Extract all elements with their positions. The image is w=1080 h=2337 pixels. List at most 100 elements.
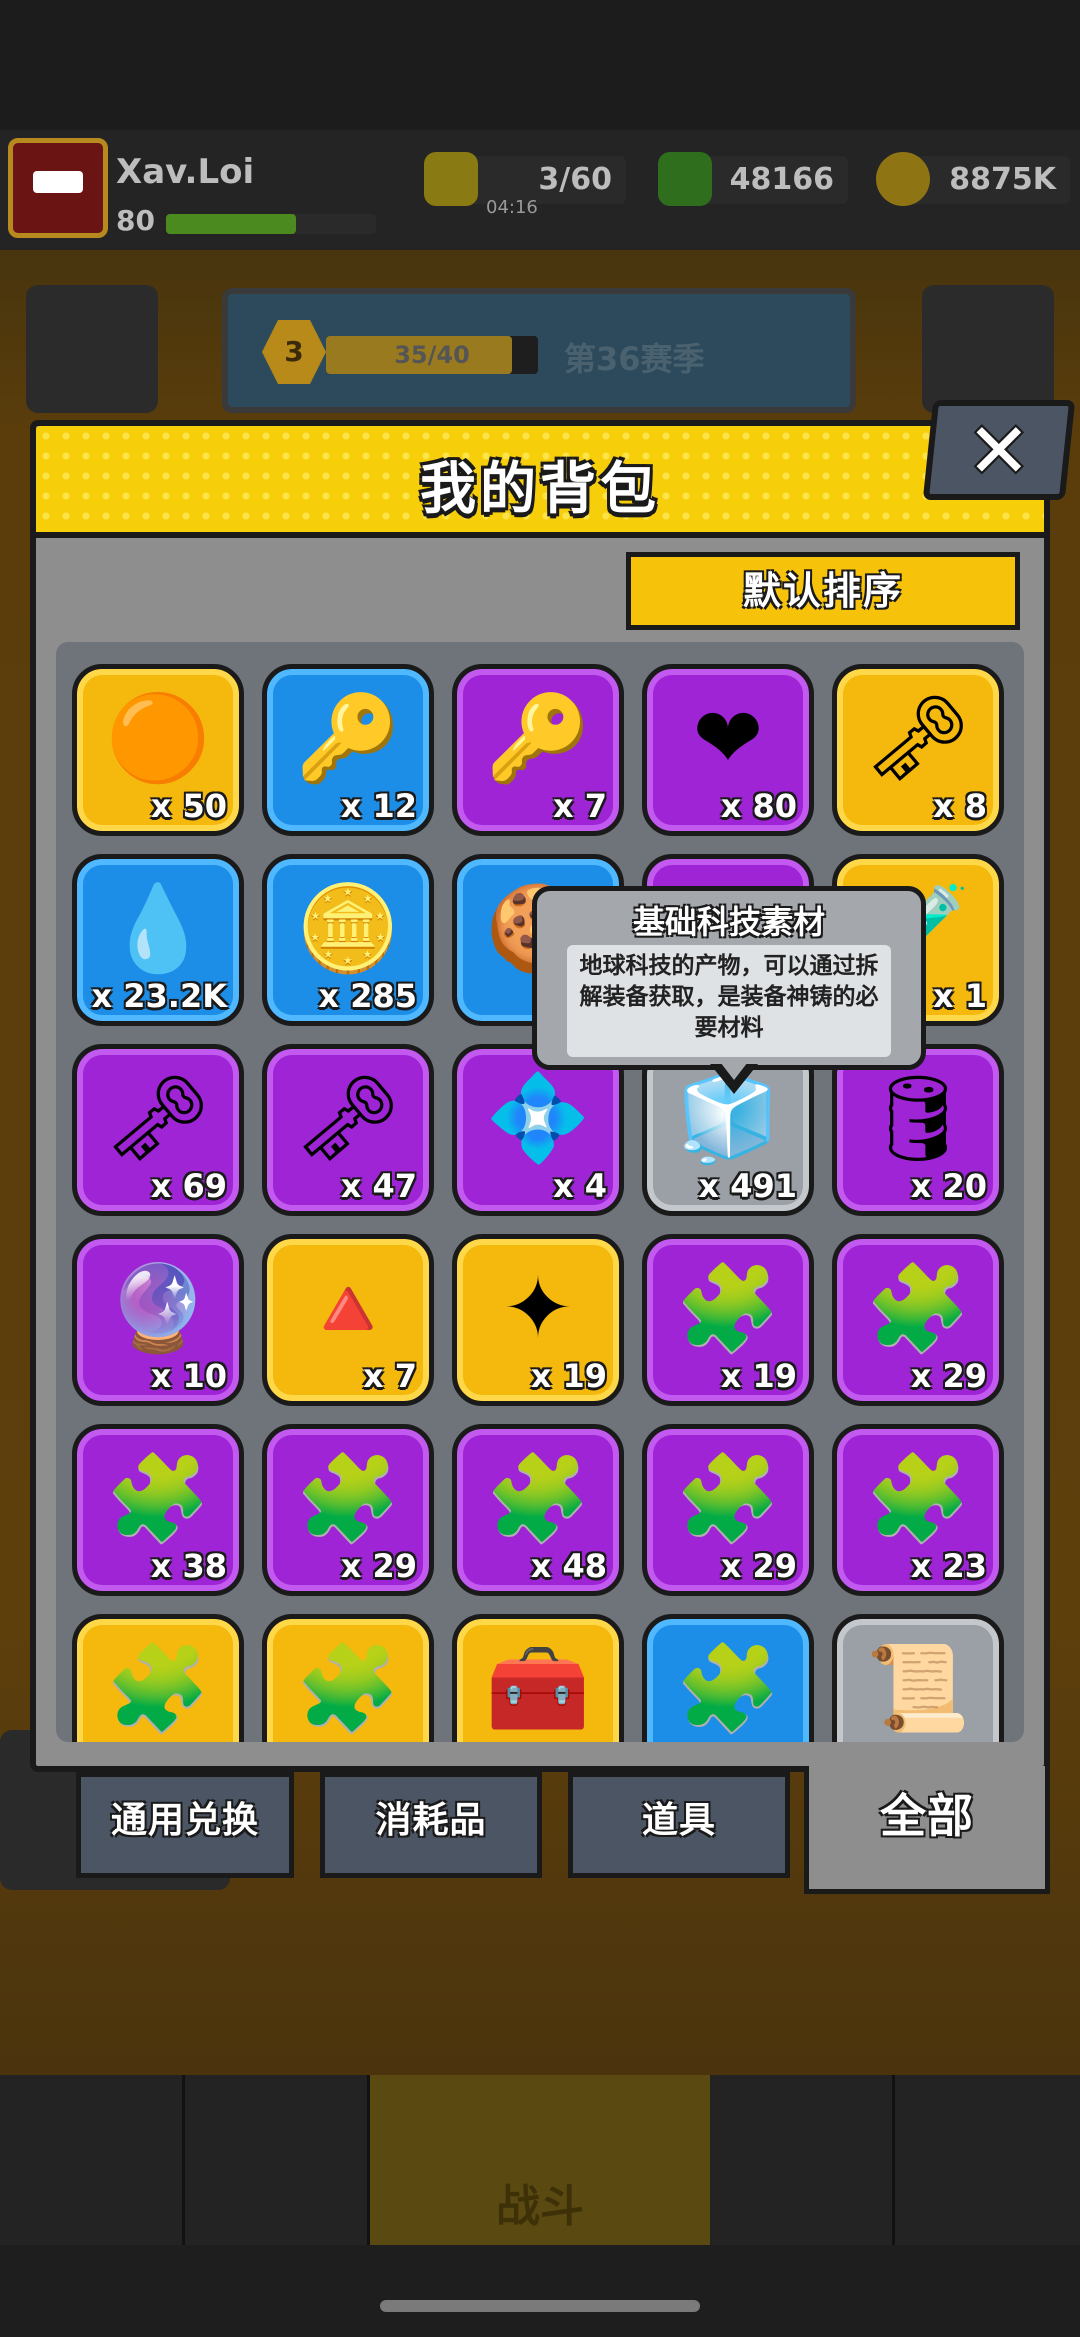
inventory-item[interactable]: 🔑 x 7 [452, 664, 624, 836]
inventory-item[interactable]: 🧰 [452, 1614, 624, 1742]
inventory-item[interactable]: 🗝 x 47 [262, 1044, 434, 1216]
battle-label: 战斗 [496, 2181, 584, 2232]
item-count: x 285 [318, 977, 417, 1015]
sort-button[interactable]: 默认排序 [626, 552, 1020, 630]
item-count: x 491 [698, 1167, 797, 1205]
game-screen: Xav.Loi 80 3/60 04:16 48166 8875K 3 35/4… [0, 0, 1080, 2337]
tab-consumables[interactable]: 消耗品 [320, 1772, 542, 1878]
inventory-item[interactable]: 🧩 x 38 [72, 1424, 244, 1596]
item-count: x 19 [530, 1357, 607, 1395]
tab-label: 道具 [641, 1800, 716, 1841]
scroll-icon: 📜 [865, 1639, 971, 1737]
modal-header: 我的背包 [36, 426, 1044, 538]
chest-icon: 🧰 [485, 1639, 591, 1737]
inventory-item[interactable]: 🔑 x 12 [262, 664, 434, 836]
close-button[interactable]: ✕ [922, 400, 1076, 500]
tab-label: 全部 [880, 1789, 974, 1843]
item-count: x 12 [340, 787, 417, 825]
puzzle-piece-icon: 🧩 [485, 1449, 591, 1547]
energy-counter[interactable]: 3/60 [424, 152, 626, 206]
inventory-item[interactable]: 📜 [832, 1614, 1004, 1742]
sort-label: 默认排序 [742, 569, 903, 613]
coin-icon [876, 152, 930, 206]
item-grid[interactable]: 🟠x 50🔑x 12🔑x 7❤x 80🗝x 8💧x 23.2K🪙x 285🍪x … [56, 642, 1024, 1742]
item-count: x 10 [150, 1357, 227, 1395]
close-icon: ✕ [967, 406, 1031, 495]
nav-equipment-button[interactable] [185, 2075, 370, 2245]
inventory-item[interactable]: 🧩 x 29 [642, 1424, 814, 1596]
home-indicator [380, 2300, 700, 2312]
puzzle-piece-icon: 🧩 [865, 1259, 971, 1357]
player-level: 80 [116, 204, 155, 237]
gem-value: 48166 [729, 162, 834, 197]
tech-cylinder-icon: 🛢 [864, 1069, 972, 1167]
tab-general-exchange[interactable]: 通用兑换 [76, 1772, 294, 1878]
flame-drop-icon: 💧 [105, 879, 211, 977]
energy-icon [424, 152, 478, 206]
puzzle-piece-icon: 🧩 [295, 1639, 401, 1737]
inventory-item[interactable]: 🧩 x 19 [642, 1234, 814, 1406]
event-button[interactable] [922, 285, 1054, 413]
gold-key-icon: 🔑 [485, 689, 591, 787]
orange-token-icon: 🟠 [105, 689, 211, 787]
item-count: x 8 [932, 787, 987, 825]
gold-coin-icon: 🪙 [295, 879, 401, 977]
inventory-item[interactable]: 🗝 x 69 [72, 1044, 244, 1216]
inventory-item[interactable]: ✦ x 19 [452, 1234, 624, 1406]
modal-title: 我的背包 [420, 457, 660, 522]
item-count: x 38 [150, 1547, 227, 1585]
puzzle-piece-icon: 🧩 [105, 1639, 211, 1737]
tab-label: 消耗品 [375, 1800, 487, 1841]
inventory-item[interactable]: 🧩 x 23 [832, 1424, 1004, 1596]
item-count: x 1 [932, 977, 987, 1015]
item-count: x 7 [362, 1357, 417, 1395]
heart-medal-icon: ❤ [692, 689, 764, 787]
item-tooltip: 基础科技素材 地球科技的产物，可以通过拆解装备获取，是装备神铸的必要材料 [532, 886, 926, 1070]
item-count: x 23.2K [91, 977, 227, 1015]
gem-icon [658, 152, 712, 206]
inventory-item[interactable]: ❤ x 80 [642, 664, 814, 836]
inventory-item[interactable]: 🟠 x 50 [72, 664, 244, 836]
xp-bar [166, 214, 376, 234]
season-progress-bar: 35/40 [326, 336, 538, 374]
item-count: x 80 [720, 787, 797, 825]
diamond-plate-icon: 💠 [485, 1069, 591, 1167]
tooltip-title: 基础科技素材 [632, 903, 825, 941]
tab-props[interactable]: 道具 [568, 1772, 790, 1878]
nav-talent-button[interactable] [710, 2075, 895, 2245]
inventory-item[interactable]: 💧 x 23.2K [72, 854, 244, 1026]
item-count: x 69 [150, 1167, 227, 1205]
nav-evolve-button[interactable] [895, 2075, 1080, 2245]
coin-value: 8875K [949, 162, 1056, 197]
inventory-item[interactable]: 🧩 x 29 [262, 1424, 434, 1596]
avatar[interactable] [8, 138, 108, 238]
energy-timer: 04:16 [486, 197, 538, 218]
item-count: x 29 [340, 1547, 417, 1585]
coin-counter[interactable]: 8875K [876, 152, 1070, 206]
item-count: x 29 [720, 1547, 797, 1585]
player-name: Xav.Loi [116, 152, 255, 192]
item-count: x 47 [340, 1167, 417, 1205]
gem-counter[interactable]: 48166 [658, 152, 848, 206]
inventory-item[interactable]: 🗝 x 8 [832, 664, 1004, 836]
inventory-item[interactable]: 🪙 x 285 [262, 854, 434, 1026]
tooltip-description: 地球科技的产物，可以通过拆解装备获取，是装备神铸的必要材料 [567, 945, 891, 1057]
inventory-item[interactable]: 🧩 x 48 [452, 1424, 624, 1596]
tab-all[interactable]: 全部 [804, 1766, 1050, 1894]
inventory-item[interactable]: 🧩 [262, 1614, 434, 1742]
red-triangle-icon: 🔺 [295, 1259, 401, 1357]
inventory-item[interactable]: 🧩 [642, 1614, 814, 1742]
inventory-item[interactable]: 🔮 x 10 [72, 1234, 244, 1406]
puzzle-piece-icon: 🧩 [675, 1449, 781, 1547]
inventory-item[interactable]: 🔺 x 7 [262, 1234, 434, 1406]
silver-key-icon: 🔑 [295, 689, 401, 787]
inventory-item[interactable]: 🧩 [72, 1614, 244, 1742]
puzzle-piece-icon: 🧩 [675, 1259, 781, 1357]
tab-label: 通用兑换 [110, 1800, 259, 1841]
gem-sphere-icon: 🔮 [105, 1259, 211, 1357]
inventory-item[interactable]: 🧩 x 29 [832, 1234, 1004, 1406]
nav-shop-button[interactable] [0, 2075, 185, 2245]
item-count: x 19 [720, 1357, 797, 1395]
menu-button[interactable] [26, 285, 158, 413]
hex-gem-key-icon: 🗝 [104, 1069, 212, 1167]
